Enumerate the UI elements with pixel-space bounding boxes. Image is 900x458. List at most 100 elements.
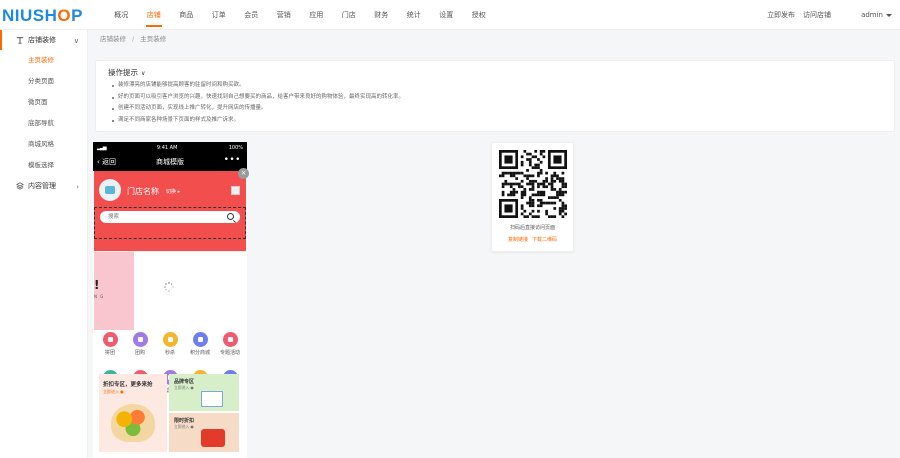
top-nav-item[interactable]: 商品 — [170, 0, 203, 30]
qr-module — [539, 198, 543, 202]
top-nav-item[interactable]: 统计 — [398, 0, 431, 30]
qr-module — [531, 182, 535, 186]
qr-code-card: 扫码后直接访问页面 复制链接 下载二维码 — [491, 142, 574, 252]
top-nav-item[interactable]: 店铺 — [138, 0, 171, 30]
sidebar-group-content-management[interactable]: 内容管理 › — [0, 176, 87, 196]
top-nav-item[interactable]: 应用 — [300, 0, 333, 30]
search-icon — [227, 213, 234, 220]
sidebar-item[interactable]: 商城风格 — [0, 134, 87, 155]
qr-module — [526, 174, 529, 178]
quick-nav-icon — [132, 332, 148, 347]
top-nav-item[interactable]: 授权 — [463, 0, 496, 30]
qr-module — [531, 193, 535, 197]
qr-module — [539, 204, 543, 208]
top-nav-item[interactable]: 财务 — [365, 0, 398, 30]
user-menu[interactable]: admin — [853, 11, 892, 19]
qr-module — [537, 171, 540, 175]
qr-module — [528, 182, 532, 186]
download-qr-button[interactable]: 下载二维码 — [532, 237, 557, 243]
qr-module — [542, 190, 546, 194]
qr-module — [561, 201, 565, 205]
sidebar-item[interactable]: 微页面 — [0, 92, 87, 113]
copy-link-button[interactable]: 复制链接 — [508, 237, 528, 243]
qr-module — [547, 215, 551, 218]
qr-module — [512, 171, 516, 175]
brand-logo[interactable]: NIUSHOP — [2, 6, 83, 26]
search-input[interactable]: 搜索 — [100, 211, 240, 223]
tips-title[interactable]: 操作提示 ∨ — [108, 67, 145, 78]
promo-brand-zone[interactable]: 品牌专区 立即进入 ● — [169, 374, 239, 411]
qr-module — [534, 166, 538, 170]
quick-nav-label: 秒杀 — [164, 350, 175, 356]
qr-module — [507, 171, 510, 175]
qr-module — [558, 188, 562, 191]
sidebar-item[interactable]: 主页装修 — [0, 50, 87, 71]
breadcrumb-item[interactable]: 店铺装修 — [100, 35, 126, 43]
qr-module — [531, 185, 535, 189]
store-switch-link[interactable]: 切换 ▸ — [166, 188, 180, 195]
sidebar-group-store-decoration[interactable]: 店铺装修 ∨ — [0, 30, 87, 50]
qr-module — [542, 193, 546, 197]
quick-nav-item[interactable]: 团购 — [125, 332, 155, 356]
qr-module — [518, 182, 521, 186]
quick-nav-item[interactable]: 拼团 — [95, 332, 125, 356]
top-nav-item[interactable]: 设置 — [430, 0, 463, 30]
publish-now-link[interactable]: 立即发布 — [767, 10, 795, 20]
qr-module — [550, 185, 554, 189]
sidebar-item[interactable]: 分类页面 — [0, 71, 87, 92]
qr-module — [520, 179, 524, 183]
tip-item: 好的页面可以吸引客户浏览的兴趣，快速找到自己想要买的商品，给客户带来良好的购物体… — [111, 92, 404, 104]
qr-module — [561, 209, 565, 213]
qr-module — [561, 179, 565, 183]
top-nav-item[interactable]: 订单 — [203, 0, 236, 30]
sidebar-item[interactable]: 模板选择 — [0, 155, 87, 176]
qr-module — [515, 182, 519, 186]
qr-module — [501, 171, 505, 175]
tip-item: 装修漂亮的店铺能够提高顾客的驻留时间和购买欲。 — [111, 80, 404, 92]
sidebar-item[interactable]: 底部导航 — [0, 113, 87, 134]
qr-module — [542, 155, 546, 159]
qr-module — [531, 215, 535, 218]
qr-module — [526, 177, 529, 180]
top-nav: 概况 店铺 商品 订单 会员 营销 应用 门店 财务 统计 设置 授权 — [105, 0, 495, 30]
qr-module — [512, 182, 516, 186]
qr-module — [537, 182, 540, 186]
qr-module — [501, 185, 505, 189]
quick-nav-icon — [162, 332, 178, 347]
quick-nav-label: 拼团 — [104, 350, 115, 356]
top-nav-item[interactable]: 概况 — [105, 0, 138, 30]
qr-module — [537, 193, 540, 197]
top-nav-item[interactable]: 会员 — [235, 0, 268, 30]
quick-nav-label: 专题活动 — [219, 350, 240, 356]
logo-text-a: NIUSH — [2, 6, 58, 25]
top-nav-item[interactable]: 门店 — [333, 0, 366, 30]
promo-title: 限时折扣 — [174, 418, 195, 424]
qr-module — [509, 171, 513, 175]
qr-module — [553, 196, 557, 199]
qr-module — [553, 207, 557, 210]
qr-module — [539, 190, 543, 194]
spinner-dot — [164, 286, 166, 288]
qr-module — [539, 160, 543, 164]
qrcode-icon[interactable] — [231, 186, 240, 195]
promo-discount-zone[interactable]: 折扣专区，更多来抢 立即进入 ● — [99, 374, 167, 452]
quick-nav-item[interactable]: 专题活动 — [215, 332, 245, 356]
qr-module — [509, 185, 513, 189]
quick-nav-item[interactable]: 秒杀 — [155, 332, 185, 356]
close-icon[interactable]: × — [238, 168, 249, 179]
visit-store-link[interactable]: 访问店铺 — [803, 10, 831, 20]
more-icon[interactable]: ••• — [224, 155, 241, 165]
back-button[interactable]: ‹ 返回 — [97, 157, 116, 167]
banner-carousel[interactable]: ! N G — [94, 251, 246, 330]
qr-module — [553, 215, 557, 218]
chevron-down-icon: ∨ — [73, 37, 79, 45]
promo-flash-sale-zone[interactable]: 限时折扣 立即进入 ● — [169, 413, 239, 452]
top-nav-item[interactable]: 营销 — [268, 0, 301, 30]
quick-nav-item[interactable]: 积分商城 — [185, 332, 215, 356]
promo-subtitle: 立即进入 ● — [174, 385, 194, 390]
qr-module — [564, 190, 567, 194]
quick-nav-label: 团购 — [134, 350, 145, 356]
qr-module — [523, 174, 527, 178]
store-header-block[interactable]: 门店名称 切换 ▸ 搜索 — [94, 171, 246, 251]
qr-module — [537, 209, 540, 213]
